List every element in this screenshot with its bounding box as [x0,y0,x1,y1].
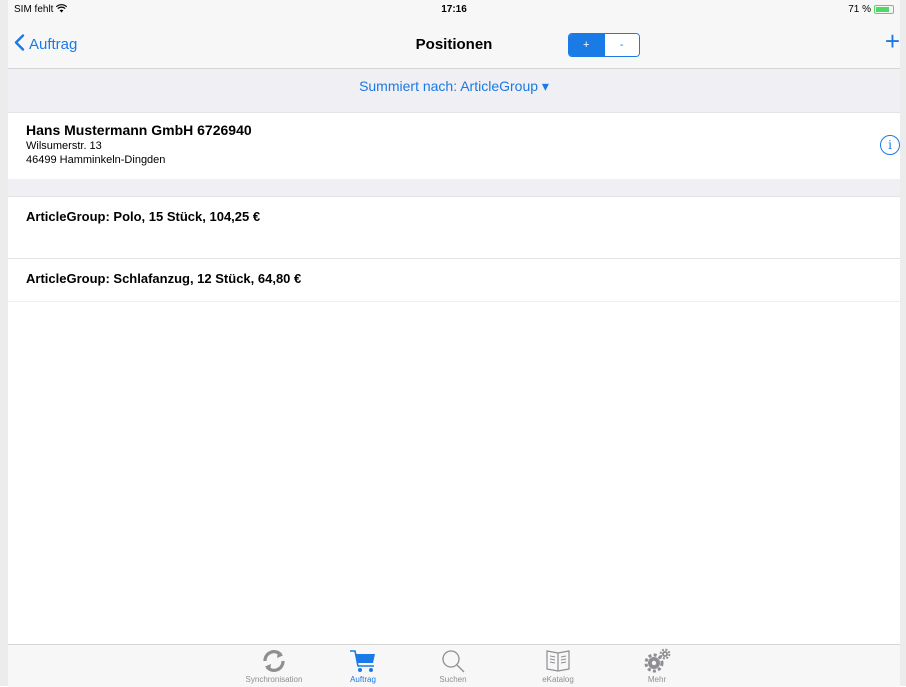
tab-mehr[interactable]: Mehr [612,647,702,684]
section-gap [8,103,900,112]
customer-city: 46499 Hamminkeln-Dingden [26,154,166,166]
tab-auftrag[interactable]: Auftrag [318,647,408,684]
page-title: Positionen [415,36,493,53]
article-group-label: ArticleGroup: Polo, 15 Stück, 104,25 € [26,209,261,224]
tab-synchronisation[interactable]: Synchronisation [229,647,319,684]
window-edge-right [900,0,906,686]
app: SIM fehlt 17:16 71 % Auftrag Positionen … [8,0,900,687]
quantity-segmented-control[interactable]: + - [568,33,640,57]
window-edge-left [0,0,8,686]
status-bar: SIM fehlt 17:16 71 % [8,0,900,20]
battery-percent: 71 % [848,4,871,15]
tab-ekatalog[interactable]: eKatalog [513,647,603,684]
segment-minus[interactable]: - [603,34,639,56]
tab-label: Auftrag [350,675,376,684]
article-group-row[interactable]: ArticleGroup: Polo, 15 Stück, 104,25 € [8,196,900,240]
customer-name: Hans Mustermann GmbH 6726940 [26,122,252,138]
tab-suchen[interactable]: Suchen [408,647,498,684]
tab-label: Synchronisation [245,675,303,684]
add-position-button[interactable]: + [885,28,900,54]
battery-indicator: 71 % [848,4,894,15]
customer-street: Wilsumerstr. 13 [26,140,102,152]
plus-icon: + [884,26,900,56]
book-icon [513,647,603,675]
customer-card: Hans Mustermann GmbH 6726940 Wilsumerstr… [8,112,900,180]
article-group-label: ArticleGroup: Schlafanzug, 12 Stück, 64,… [26,271,302,286]
segment-plus[interactable]: + [569,34,604,56]
navigation-bar: Auftrag Positionen + - + [8,20,900,69]
tab-label: Suchen [439,675,467,684]
search-icon [408,647,498,675]
tab-bar: Synchronisation Auftrag Suchen eKatalog … [8,644,900,687]
gear-icon [612,647,702,675]
article-group-row[interactable]: ArticleGroup: Schlafanzug, 12 Stück, 64,… [8,258,900,302]
clock: 17:16 [441,4,467,15]
info-icon[interactable]: i [880,135,900,155]
sync-icon [229,647,319,675]
section-gap [8,239,900,258]
battery-icon [874,5,894,14]
cart-icon [318,647,408,675]
section-gap [8,179,900,196]
tab-label: eKatalog [542,675,574,684]
summary-label[interactable]: Summiert nach: ArticleGroup ▾ [359,78,549,94]
summary-selector[interactable]: Summiert nach: ArticleGroup ▾ [8,69,900,103]
tab-label: Mehr [647,675,667,684]
